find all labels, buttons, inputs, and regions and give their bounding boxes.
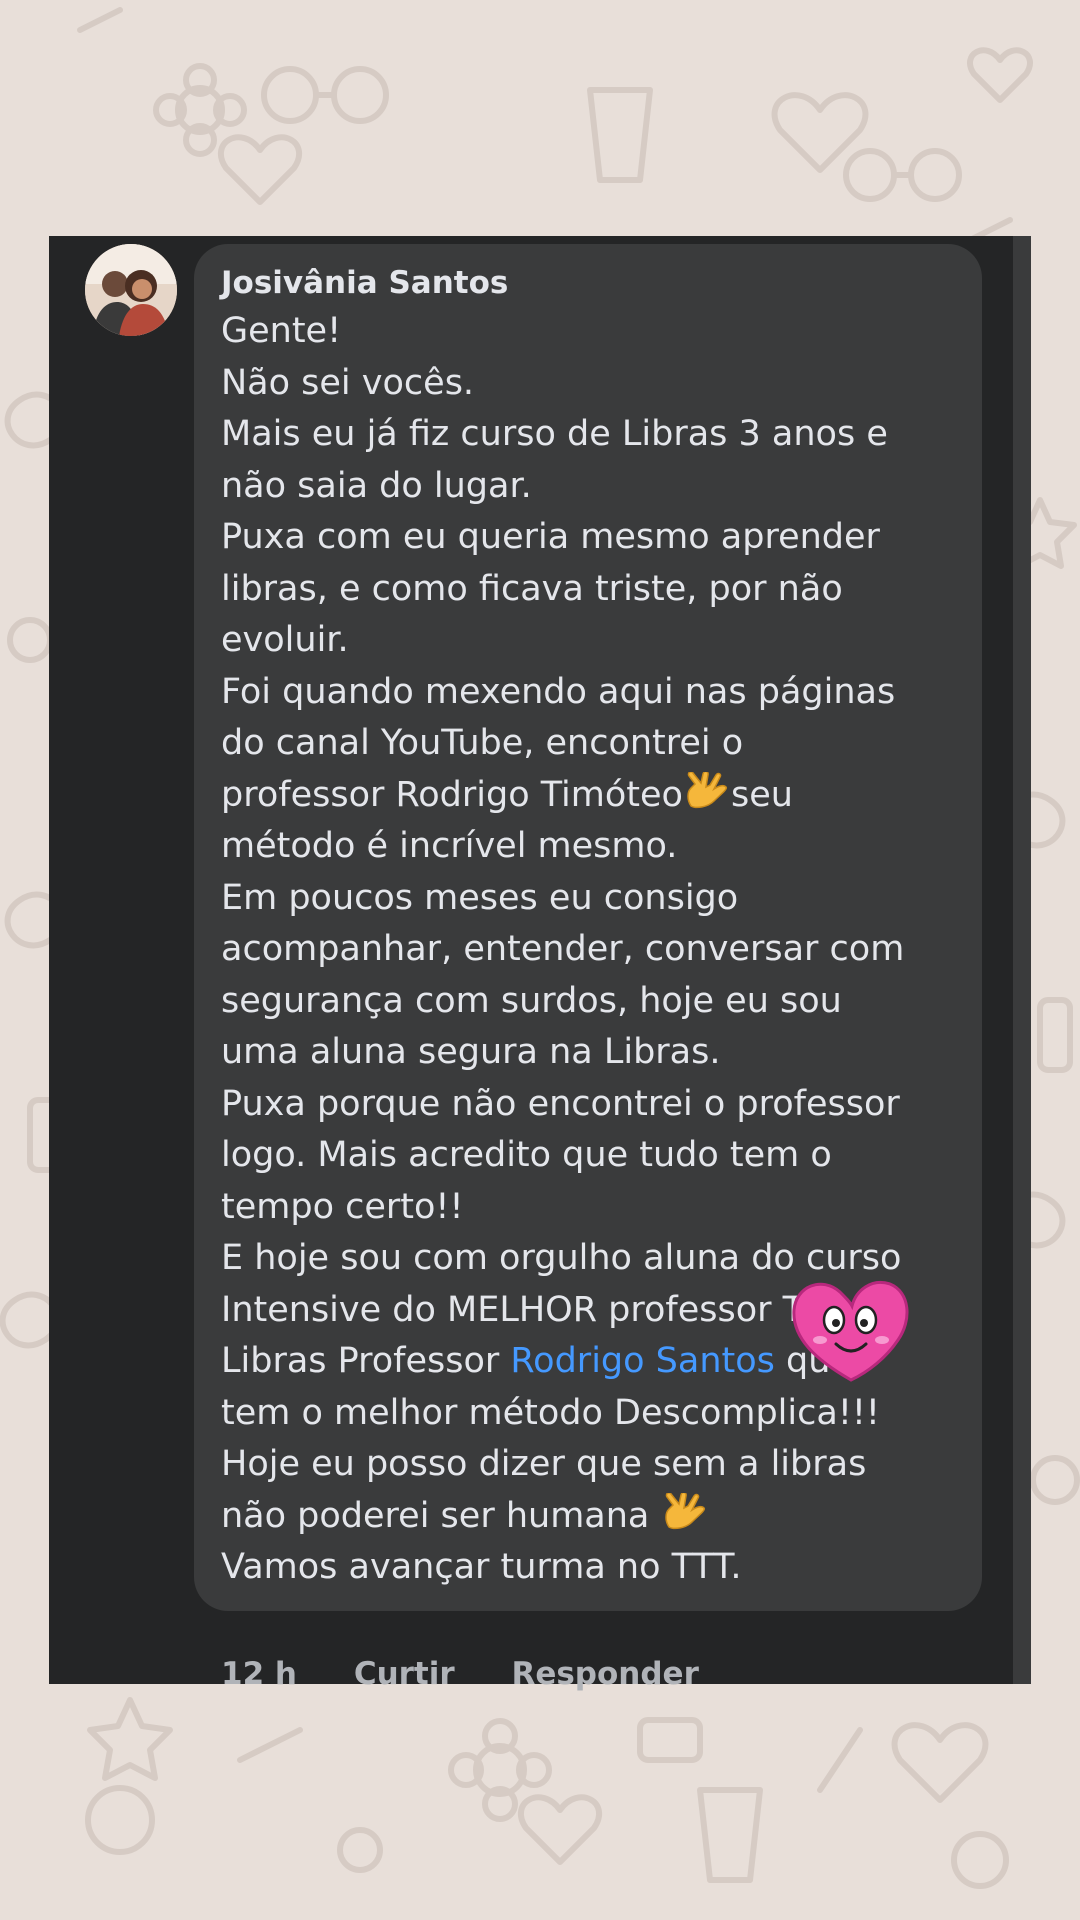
comment-line: Vamos avançar turma no TTT.	[221, 1547, 742, 1587]
comment-line-part: Libras Professor	[221, 1341, 511, 1381]
mention-link[interactable]: Rodrigo Santos	[510, 1341, 774, 1381]
comment-line: Hoje eu posso dizer que sem a libras	[221, 1444, 867, 1484]
comment-line: do canal YouTube, encontrei o	[221, 723, 744, 763]
comment-line: não poderei ser humana	[221, 1491, 971, 1543]
comment-line: acompanhar, entender, conversar com	[221, 929, 905, 969]
comment-line: tempo certo!!	[221, 1186, 464, 1227]
profile-photo-icon	[85, 244, 177, 336]
comment-author[interactable]: Josivânia Santos	[221, 264, 508, 302]
comment-line: Em poucos meses eu consigo	[221, 877, 739, 918]
comment-line: Gente!	[221, 311, 342, 351]
comment-line: professor Rodrigo Timóteo seu	[221, 770, 971, 822]
comment-line-part: não poderei ser humana	[221, 1495, 661, 1536]
like-button[interactable]: Curtir	[354, 1654, 455, 1694]
comment-line-part: seu	[730, 774, 793, 815]
comment-line: Não sei vocês.	[221, 362, 475, 403]
comment-line: Mais eu já fiz curso de Libras 3 anos e	[221, 414, 888, 454]
comment-line: método é incrível mesmo.	[221, 826, 678, 866]
comment-line: evoluir.	[221, 620, 349, 660]
scrollbar-track	[1013, 236, 1031, 1684]
love-you-hand-icon	[687, 771, 728, 808]
comment-line-part: professor Rodrigo Timóteo	[221, 774, 683, 815]
comment-actions: 12 h Curtir Responder	[221, 1654, 699, 1694]
comment-line: uma aluna segura na Libras.	[221, 1032, 721, 1072]
heart-face-sticker-icon	[792, 1281, 909, 1382]
avatar[interactable]	[85, 244, 177, 336]
comment-line: não saia do lugar.	[221, 465, 532, 506]
comment-line: segurança com surdos, hoje eu sou	[221, 980, 842, 1021]
comment-screenshot: Josivânia Santos Gente! Não sei vocês. M…	[49, 236, 1031, 1692]
comment-line: logo. Mais acredito que tudo tem o	[221, 1135, 832, 1175]
love-you-hand-icon	[664, 1492, 705, 1529]
comment-text: Gente! Não sei vocês. Mais eu já fiz cur…	[221, 306, 971, 1594]
comment-line: libras, e como ficava triste, por não	[221, 568, 843, 609]
comment-timestamp: 12 h	[221, 1656, 298, 1692]
comment-line: Foi quando mexendo aqui nas páginas	[221, 671, 896, 712]
reply-button[interactable]: Responder	[511, 1654, 698, 1694]
comment-line: Puxa porque não encontrei o professor	[221, 1083, 900, 1124]
comment-bubble: Josivânia Santos Gente! Não sei vocês. M…	[194, 244, 982, 1611]
comment-line: tem o melhor método Descomplica!!!	[221, 1392, 880, 1433]
comment-line: Puxa com eu queria mesmo aprender	[221, 517, 880, 557]
